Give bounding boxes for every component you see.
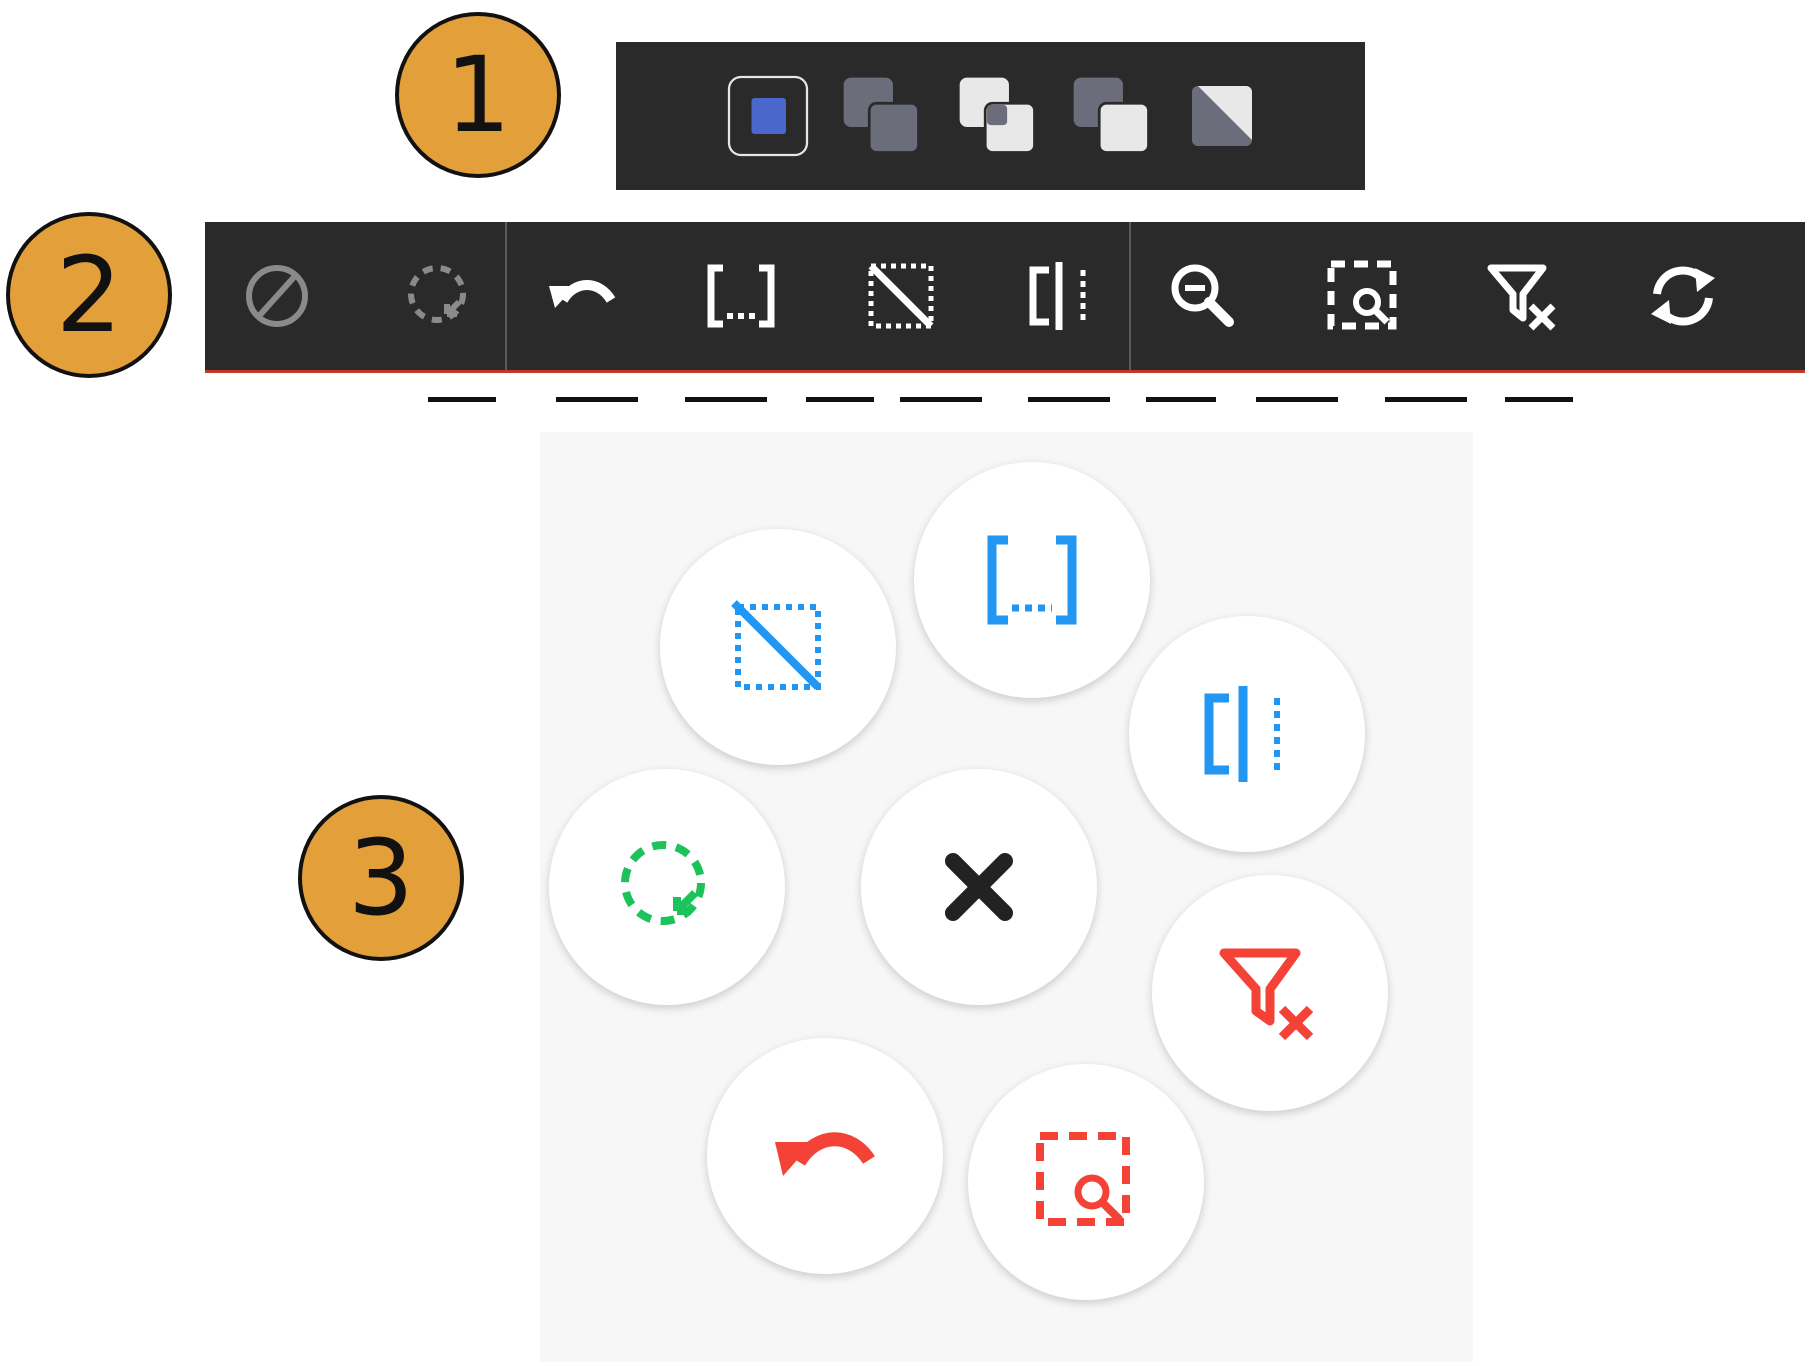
split-icon [1029,262,1086,330]
undo-button[interactable] [541,254,625,338]
callout-1-badge: 1 [395,12,561,178]
radial-brackets-button[interactable] [914,462,1150,698]
invert-selection-button[interactable] [1182,76,1262,156]
split-button[interactable] [1019,254,1103,338]
callout-2-badge: 2 [6,212,172,378]
brackets-button[interactable] [699,254,783,338]
clear-selection-icon [731,600,821,690]
radial-menu-panel [540,432,1473,1362]
zoom-icon [1171,264,1234,327]
zoom-button[interactable] [1161,254,1245,338]
new-selection-icon [727,75,809,157]
radial-clear-filter-button[interactable] [1152,875,1388,1111]
divider-dash [685,397,767,402]
undo-icon [549,280,616,308]
disable-button[interactable] [235,254,319,338]
divider-dash [428,397,496,402]
divider-dash [806,397,874,402]
zoom-selection-button[interactable] [1321,254,1405,338]
clear-filter-icon [1219,948,1314,1041]
divider-dash [1505,397,1573,402]
disable-icon [246,265,308,327]
intersect-selection-button[interactable] [952,70,1044,162]
close-icon [945,853,1013,921]
new-selection-button[interactable] [712,60,824,172]
radial-close-button[interactable] [861,769,1097,1005]
clear-selection-icon [868,263,934,329]
brackets-icon [707,264,775,328]
undo-icon [775,1132,875,1176]
callout-3-badge: 3 [298,795,464,961]
refresh-icon [1651,266,1715,326]
clear-filter-button[interactable] [1481,254,1565,338]
union-selection-button[interactable] [836,70,928,162]
lasso-select-icon [621,841,705,925]
refresh-button[interactable] [1641,254,1725,338]
intersect-selection-icon [959,77,1036,154]
divider-dash [556,397,638,402]
divider-dash [1256,397,1338,402]
toolbar-separator [505,222,507,370]
radial-lasso-select-button[interactable] [549,769,785,1005]
divider-dash [1028,397,1110,402]
clear-filter-icon [1487,264,1556,331]
radial-split-button[interactable] [1129,616,1365,852]
divider-dash [1146,397,1216,402]
divider-dash [1385,397,1467,402]
lasso-select-icon [408,265,466,323]
split-icon [1204,686,1280,782]
main-toolbar [205,222,1805,373]
clear-selection-button[interactable] [859,254,943,338]
selection-mode-bar [616,42,1365,190]
union-selection-icon [843,77,920,154]
radial-zoom-selection-button[interactable] [968,1064,1204,1300]
zoom-selection-icon [1036,1132,1130,1226]
radial-clear-selection-button[interactable] [660,529,896,765]
radial-undo-button[interactable] [707,1038,943,1274]
zoom-selection-icon [1327,260,1397,330]
subtract-selection-icon [1073,77,1150,154]
lasso-select-button[interactable] [397,254,481,338]
brackets-icon [987,535,1077,625]
invert-selection-icon [1192,86,1252,146]
toolbar-separator [1129,222,1131,370]
subtract-selection-button[interactable] [1066,70,1158,162]
divider-dash [900,397,982,402]
